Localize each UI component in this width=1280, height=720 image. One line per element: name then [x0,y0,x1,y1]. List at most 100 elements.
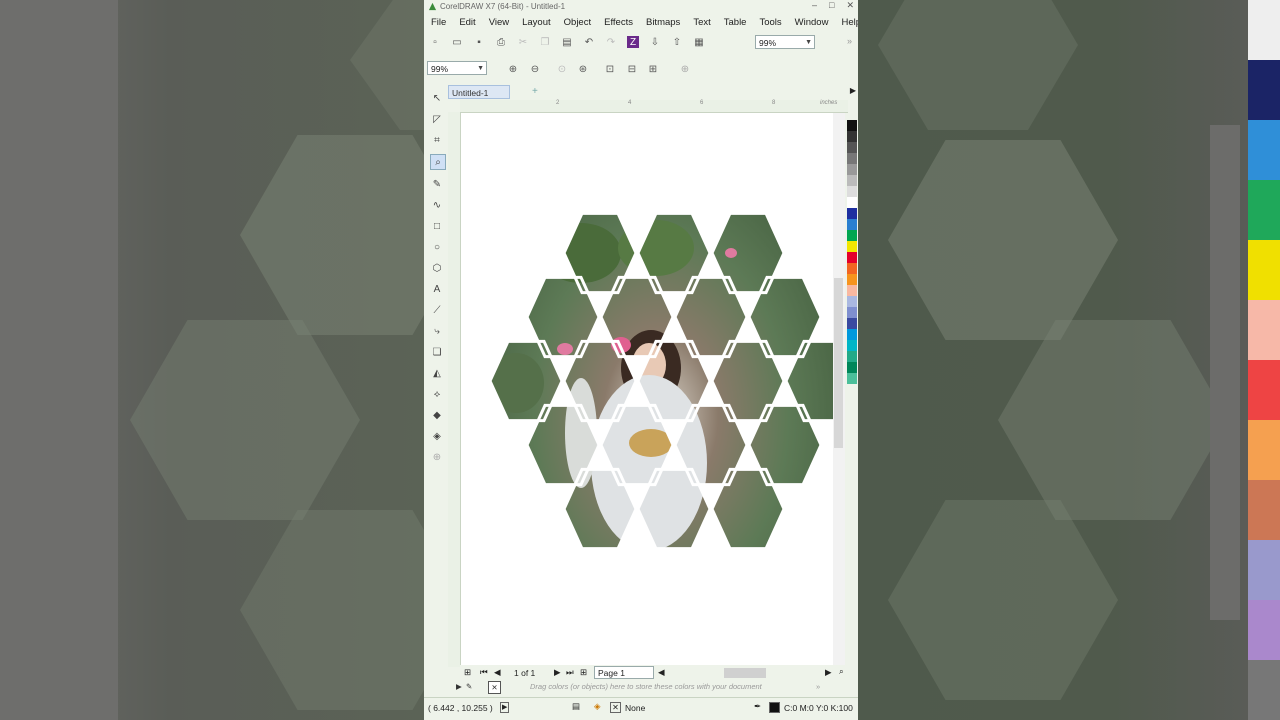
palette-swatch[interactable] [847,197,857,208]
palette-swatch[interactable] [847,274,857,285]
zoom-to-page-icon[interactable]: ⊡ [604,63,616,75]
color-palette[interactable] [847,120,857,665]
toolbar-overflow-icon[interactable]: » [847,36,852,46]
zoom-to-selected-icon[interactable]: ⊙ [556,63,568,75]
scroll-left-icon[interactable]: ◀ [658,667,665,678]
document-info-icon[interactable]: ▤ [572,701,580,712]
undo-icon[interactable]: ↶ [583,36,595,48]
page-1-tab[interactable]: Page 1 [594,666,654,679]
export-icon[interactable]: ⇧ [671,36,683,48]
polygon-tool-icon[interactable]: ⬡ [430,261,444,275]
zoom-out-icon[interactable]: ⊖ [529,63,541,75]
scroll-right-icon[interactable]: ▶ [825,667,832,678]
menu-table[interactable]: Table [717,17,753,28]
add-page-after-icon[interactable]: ⊞ [580,667,587,678]
artistic-media-tool-icon[interactable]: ∿ [430,198,444,212]
vertical-scrollbar[interactable] [833,113,845,665]
palette-swatch[interactable] [847,186,857,197]
menu-effects[interactable]: Effects [597,17,639,28]
menu-edit[interactable]: Edit [452,17,481,28]
menu-help[interactable]: Help [834,17,858,28]
zoom-tool-icon[interactable]: ⌕ [430,154,446,170]
horizontal-ruler[interactable]: 2 4 6 8 inches [460,100,848,113]
palette-swatch[interactable] [847,230,857,241]
menu-layout[interactable]: Layout [515,17,557,28]
zoom-to-all-objects-icon[interactable]: ⊛ [577,63,589,75]
transparency-tool-icon[interactable]: ◭ [430,366,444,380]
last-page-icon[interactable]: ⏭ [566,667,574,678]
freehand-tool-icon[interactable]: ✎ [430,177,444,191]
maximize-button[interactable]: □ [829,0,834,11]
tab-scroll-right-icon[interactable]: ▶ [850,86,856,95]
palette-swatch[interactable] [847,208,857,219]
zoom-to-height-icon[interactable]: ⊞ [647,63,659,75]
color-eyedropper-tool-icon[interactable]: ⟡ [430,387,444,401]
parallel-dimension-tool-icon[interactable]: ⟋ [430,303,444,317]
menu-text[interactable]: Text [686,17,716,28]
palette-swatch[interactable] [847,362,857,373]
new-tab-icon[interactable]: + [532,86,538,97]
drop-shadow-tool-icon[interactable]: ❏ [430,345,444,359]
import-icon[interactable]: ⇩ [649,36,661,48]
next-page-icon[interactable]: ▶ [554,667,561,678]
menu-object[interactable]: Object [557,17,597,28]
palette-swatch[interactable] [847,296,857,307]
play-icon[interactable]: ▶ [500,702,510,713]
menu-file[interactable]: File [424,17,452,28]
palette-scroll-icon[interactable]: » [816,682,820,691]
first-page-icon[interactable]: ⏮ [480,667,488,678]
zoom-level-select[interactable]: 99% ▼ [755,35,815,49]
publish-pdf-icon[interactable]: ▦ [693,36,705,48]
rectangle-tool-icon[interactable]: □ [430,219,444,233]
hexagon-photo-collage[interactable] [461,113,845,665]
text-tool-icon[interactable]: A [430,282,444,296]
palette-swatch[interactable] [847,285,857,296]
zoom-to-width-icon[interactable]: ⊟ [626,63,638,75]
close-window-button[interactable]: ✕ [846,0,854,11]
zoom-in-icon[interactable]: ⊕ [507,63,519,75]
search-content-icon[interactable]: Z [627,36,639,48]
palette-swatch[interactable] [847,219,857,230]
palette-swatch[interactable] [847,175,857,186]
copy-icon[interactable]: ❐ [539,36,551,48]
menu-window[interactable]: Window [788,17,835,28]
paste-icon[interactable]: ▤ [561,36,573,48]
palette-swatch[interactable] [847,307,857,318]
add-page-icon[interactable]: ⊞ [464,667,471,678]
vertical-scroll-thumb[interactable] [834,278,843,448]
fill-swatch-none[interactable]: ✕ [610,702,621,713]
print-icon[interactable]: ⎙ [495,36,507,48]
shape-tool-icon[interactable]: ◸ [430,112,444,126]
palette-swatch[interactable] [847,252,857,263]
previous-page-icon[interactable]: ◀ [494,667,501,678]
pick-tool-icon[interactable]: ↖ [430,91,444,105]
document-palette-strip[interactable]: ▶ ✎ ✕ Drag colors (or objects) here to s… [424,680,858,695]
connector-tool-icon[interactable]: ⤷ [430,324,444,338]
new-document-icon[interactable]: ▫ [429,36,441,48]
smart-fill-tool-icon[interactable]: ◈ [430,429,444,443]
interactive-fill-tool-icon[interactable]: ◆ [430,408,444,422]
palette-swatch[interactable] [847,351,857,362]
menu-tools[interactable]: Tools [752,17,787,28]
hexagon-photo[interactable] [461,113,845,665]
add-tool-icon[interactable]: ⊕ [430,450,444,464]
palette-swatch[interactable] [847,263,857,274]
palette-swatch[interactable] [847,131,857,142]
palette-swatch[interactable] [847,142,857,153]
crop-tool-icon[interactable]: ⌗ [430,133,444,147]
ellipse-tool-icon[interactable]: ○ [430,240,444,254]
drawing-page[interactable] [461,113,845,665]
palette-swatch[interactable] [847,340,857,351]
menu-bitmaps[interactable]: Bitmaps [639,17,686,28]
palette-swatch[interactable] [847,329,857,340]
tab-untitled-1[interactable]: Untitled-1 [448,85,510,99]
cut-icon[interactable]: ✂ [517,36,529,48]
palette-swatch[interactable] [847,164,857,175]
open-folder-icon[interactable]: ▭ [451,36,463,48]
palette-swatch[interactable] [847,318,857,329]
palette-swatch[interactable] [847,373,857,384]
menu-view[interactable]: View [482,17,515,28]
outline-swatch[interactable] [769,702,780,713]
minimize-button[interactable]: – [812,0,817,11]
zoom-levels-select[interactable]: 99% ▼ [427,61,487,75]
